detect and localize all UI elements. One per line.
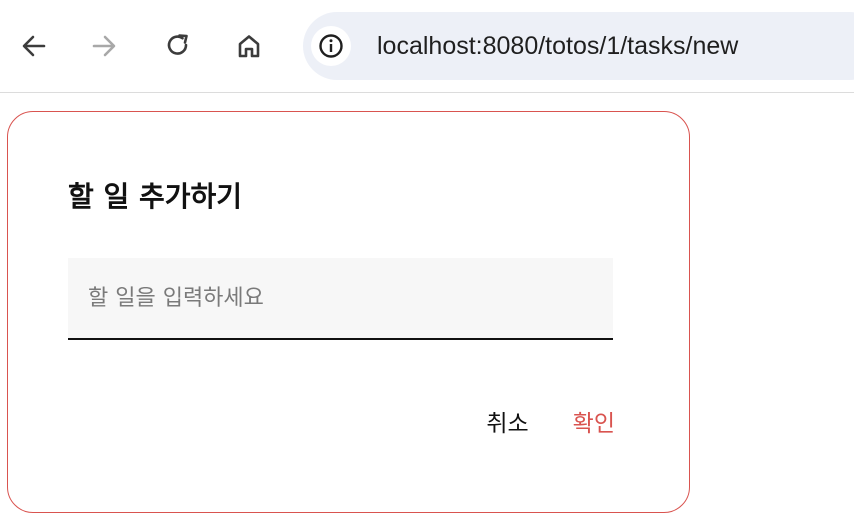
- address-bar[interactable]: localhost:8080/totos/1/tasks/new: [303, 12, 854, 80]
- cancel-button[interactable]: 취소: [486, 408, 528, 440]
- dialog-title: 할 일 추가하기: [68, 180, 243, 213]
- confirm-button[interactable]: 확인: [573, 408, 615, 440]
- home-button[interactable]: [229, 26, 269, 66]
- dialog-actions: 취소 확인: [486, 408, 615, 440]
- arrow-left-icon: [22, 35, 46, 57]
- reload-icon: [167, 34, 188, 55]
- url-text[interactable]: localhost:8080/totos/1/tasks/new: [377, 31, 738, 61]
- arrow-right-icon: [92, 35, 116, 57]
- forward-button[interactable]: [84, 26, 124, 66]
- home-icon: [238, 35, 260, 58]
- reload-button[interactable]: [158, 26, 198, 66]
- add-task-dialog: 할 일 추가하기 취소 확인: [7, 111, 690, 513]
- back-button[interactable]: [14, 26, 54, 66]
- browser-toolbar: localhost:8080/totos/1/tasks/new: [0, 0, 854, 93]
- site-info-button[interactable]: [311, 26, 351, 66]
- info-icon: [319, 34, 343, 58]
- task-input[interactable]: [68, 258, 613, 340]
